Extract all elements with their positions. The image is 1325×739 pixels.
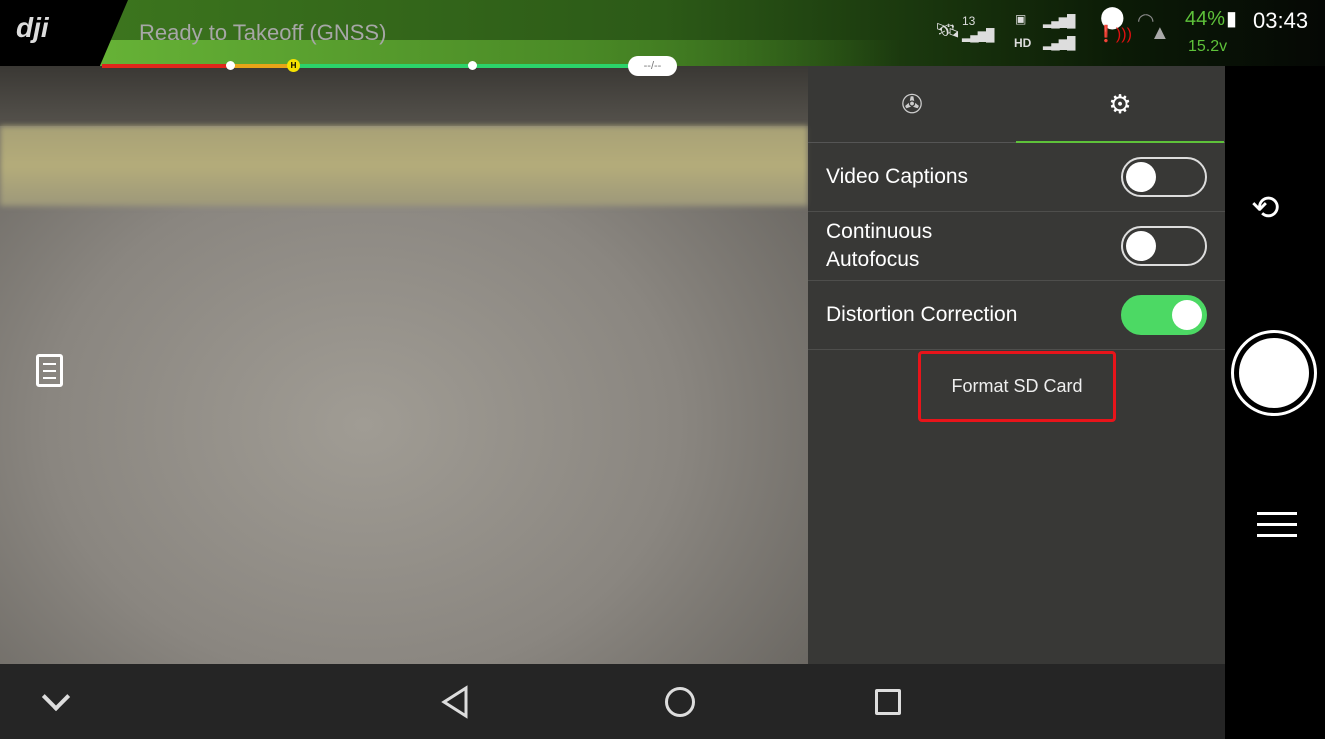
altitude-bar: H [102, 59, 662, 72]
satellite-icon: 🛰 [935, 20, 961, 42]
camera-settings-icon[interactable] [1257, 506, 1297, 545]
hd-signal-icon: ▂▄▆█ [1043, 36, 1075, 50]
gps-count: 13 [962, 14, 976, 28]
video-captions-toggle[interactable] [1121, 157, 1207, 197]
aperture-icon: ✇ [901, 89, 923, 119]
home-icon[interactable] [650, 664, 710, 739]
camera-feed [0, 66, 808, 664]
gear-icon: ⚙ [1108, 89, 1132, 119]
back-icon[interactable] [425, 664, 485, 739]
distortion-correction-toggle[interactable] [1121, 295, 1207, 335]
shutter-button[interactable] [1231, 330, 1317, 416]
tab-settings[interactable]: ⚙ [1016, 66, 1224, 143]
altitude-pill: --/-- [628, 56, 677, 76]
hd-label: HD [1014, 36, 1032, 50]
camera-switch-icon[interactable]: ⟲ [1251, 188, 1280, 228]
remote-icon: ▣ [1015, 12, 1027, 26]
tab-camera[interactable]: ✇ [808, 66, 1016, 143]
gps-signal-icon: ▂▄▆█ [962, 28, 994, 42]
clock: 03:43 [1253, 8, 1309, 33]
chevron-down-icon[interactable] [26, 664, 86, 739]
format-sd-card-button[interactable]: Format SD Card [918, 351, 1116, 422]
continuous-autofocus-toggle[interactable] [1121, 226, 1207, 266]
battery-percent: 44% [1185, 8, 1226, 30]
signal-warning-icon: ❗))) [1096, 26, 1132, 43]
flight-status[interactable]: Ready to Takeoff (GNSS) [139, 20, 386, 46]
setting-distortion-correction: Distortion Correction [808, 281, 1225, 350]
setting-continuous-autofocus: Continuous Autofocus [808, 212, 1225, 281]
document-icon[interactable] [36, 354, 63, 387]
vision-icon: ▲ [1150, 22, 1170, 44]
setting-video-captions: Video Captions [808, 143, 1225, 212]
android-nav-bar [0, 664, 1225, 739]
recents-icon[interactable] [858, 664, 918, 739]
rc-signal-icon: ▂▄▆█ [1043, 14, 1075, 28]
top-bar: dji Ready to Takeoff (GNSS) 🛰 13 ▂▄▆█ ▣ … [0, 0, 1325, 76]
battery-voltage: 15.2v [1188, 38, 1228, 55]
home-marker: H [287, 59, 300, 72]
battery-icon: ▮ [1226, 8, 1238, 30]
